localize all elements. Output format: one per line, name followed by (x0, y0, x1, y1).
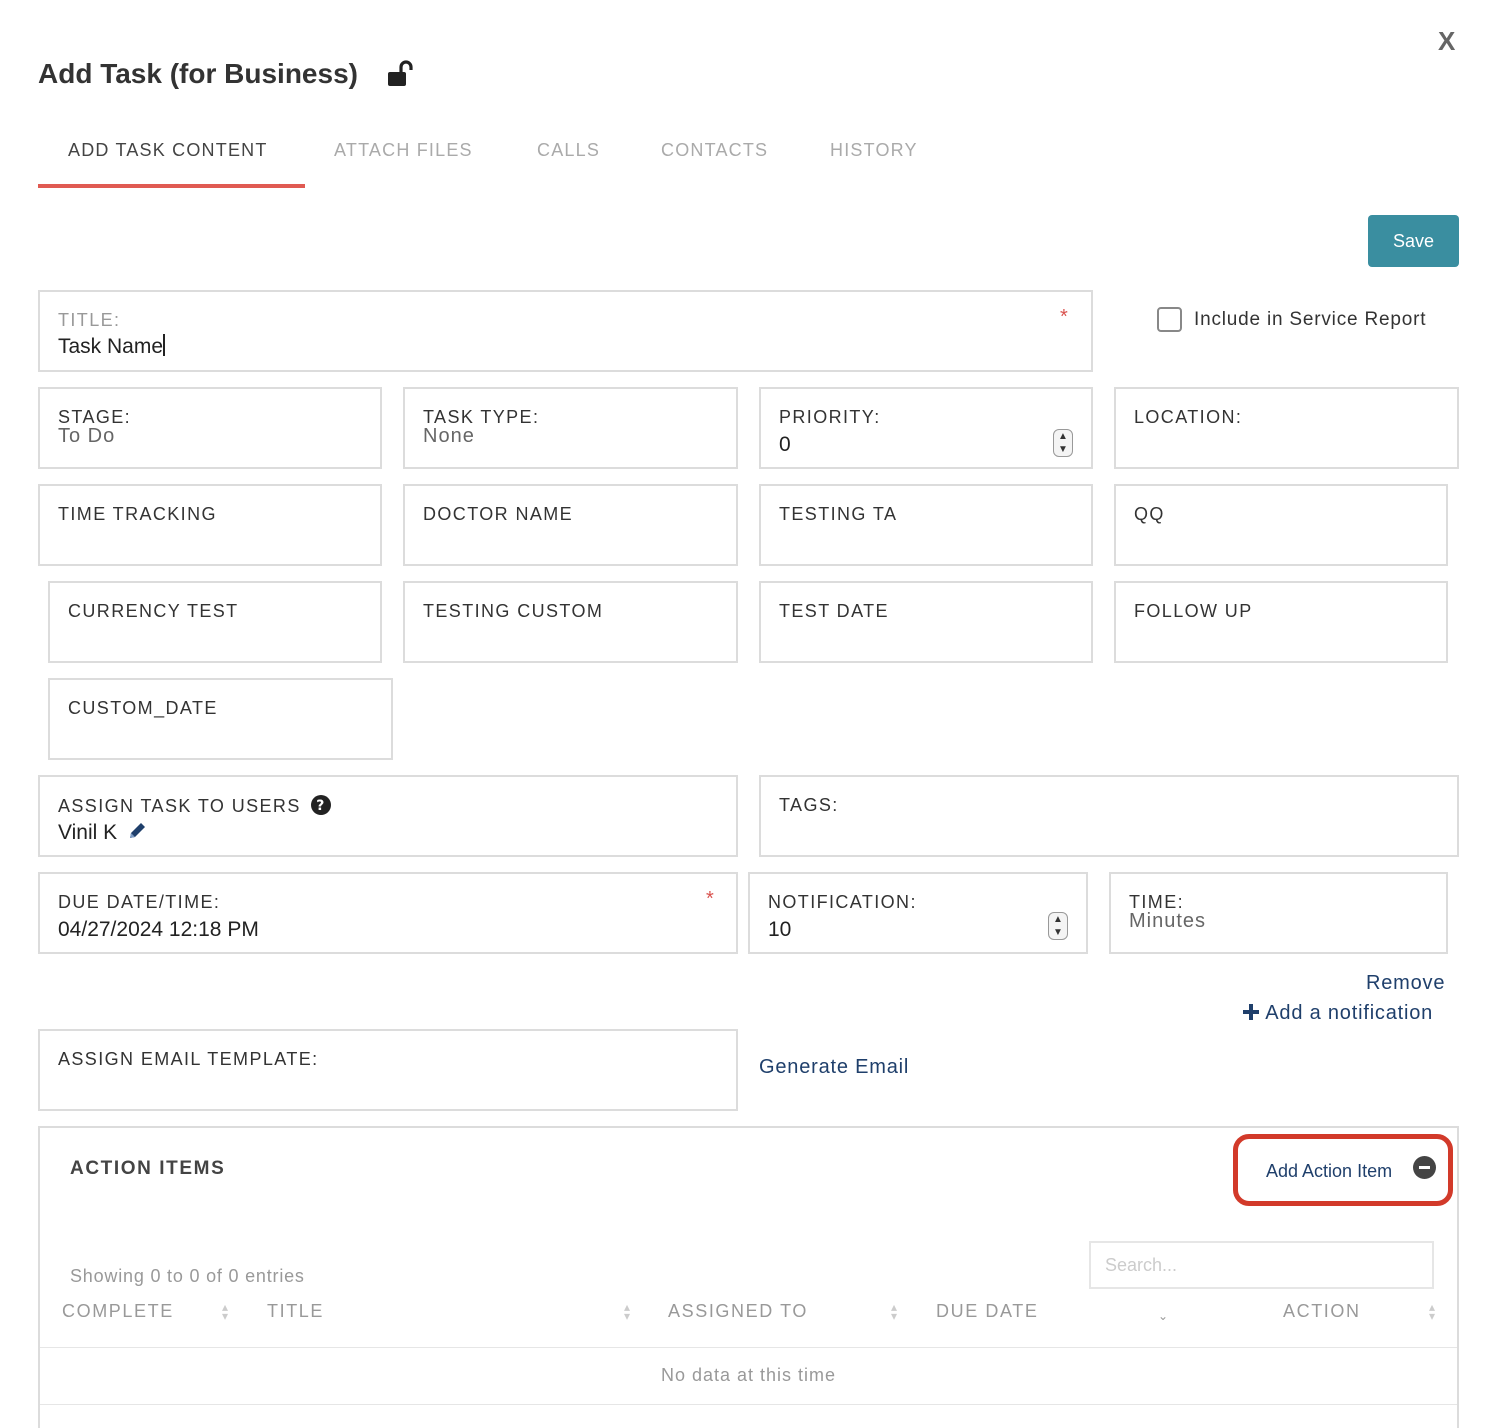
sort-icon[interactable]: ▴ ▾ (621, 1301, 633, 1322)
tab-calls[interactable]: CALLS (537, 140, 600, 161)
priority-field[interactable]: PRIORITY: 0 ▲ ▼ (759, 387, 1093, 469)
location-field[interactable]: LOCATION: (1114, 387, 1459, 469)
required-marker: * (1060, 306, 1068, 328)
email-template-label: ASSIGN EMAIL TEMPLATE: (58, 1049, 319, 1069)
action-items-search-input[interactable] (1089, 1241, 1434, 1289)
stage-field[interactable]: STAGE: To Do (38, 387, 382, 469)
custom-date-label: CUSTOM_DATE (68, 698, 218, 718)
column-header-due-date[interactable]: DUE DATE (936, 1301, 1038, 1322)
unlock-icon[interactable] (386, 60, 416, 90)
assign-users-label: ASSIGN TASK TO USERS ? (58, 795, 332, 817)
testing-ta-field[interactable]: TESTING TA (759, 484, 1093, 566)
qq-field[interactable]: QQ (1114, 484, 1448, 566)
stepper-down-icon[interactable]: ▼ (1049, 926, 1067, 939)
svg-text:?: ? (316, 798, 326, 814)
dialog-title: Add Task (for Business) (38, 58, 358, 89)
sort-icon[interactable]: ▴ ▾ (888, 1301, 900, 1322)
include-in-report-checkbox[interactable] (1157, 307, 1182, 332)
assigned-user: Vinil K (58, 821, 147, 845)
collapse-minus-icon[interactable] (1413, 1156, 1436, 1179)
empty-table-message: No data at this time (660, 1365, 837, 1385)
time-unit-value[interactable]: Minutes (1129, 910, 1206, 933)
qq-label: QQ (1134, 504, 1165, 524)
doctor-name-label: DOCTOR NAME (423, 504, 574, 524)
title-field[interactable]: TITLE: Task Name * (38, 290, 1093, 372)
test-date-label: TEST DATE (779, 601, 889, 621)
add-notification-link[interactable]: Add a notification (1242, 1002, 1433, 1025)
notification-field[interactable]: NOTIFICATION: 10 ▲ ▼ (748, 872, 1088, 954)
assign-users-field[interactable]: ASSIGN TASK TO USERS ? Vinil K (38, 775, 738, 857)
table-divider (40, 1404, 1457, 1405)
time-tracking-field[interactable]: TIME TRACKING (38, 484, 382, 566)
tags-field[interactable]: TAGS: (759, 775, 1459, 857)
time-tracking-label: TIME TRACKING (58, 504, 217, 524)
stepper-up-icon[interactable]: ▲ (1054, 430, 1072, 443)
column-header-assigned-to[interactable]: ASSIGNED TO (668, 1301, 808, 1322)
plus-icon (1243, 1004, 1259, 1020)
entries-count: Showing 0 to 0 of 0 entries (70, 1266, 305, 1286)
column-header-action[interactable]: ACTION (1283, 1301, 1361, 1322)
testing-custom-field[interactable]: TESTING CUSTOM (403, 581, 738, 663)
tab-add-task-content[interactable]: ADD TASK CONTENT (68, 140, 268, 161)
location-label: LOCATION: (1134, 407, 1243, 427)
due-date-value[interactable]: 04/27/2024 12:18 PM (58, 918, 259, 942)
title-label: TITLE: (58, 310, 121, 330)
close-button[interactable]: X (1438, 26, 1455, 57)
sort-desc-icon[interactable]: ⌄ (1157, 1310, 1169, 1322)
sort-icon[interactable]: ▴ ▾ (219, 1301, 231, 1322)
email-template-field[interactable]: ASSIGN EMAIL TEMPLATE: (38, 1029, 738, 1111)
task-type-value[interactable]: None (423, 425, 475, 448)
follow-up-label: FOLLOW UP (1134, 601, 1253, 621)
time-unit-field[interactable]: TIME: Minutes (1109, 872, 1448, 954)
stepper-down-icon[interactable]: ▼ (1054, 443, 1072, 456)
testing-custom-label: TESTING CUSTOM (423, 601, 604, 621)
doctor-name-field[interactable]: DOCTOR NAME (403, 484, 738, 566)
help-icon[interactable]: ? (311, 795, 332, 815)
custom-date-field[interactable]: CUSTOM_DATE (48, 678, 393, 760)
action-items-heading: ACTION ITEMS (70, 1158, 226, 1179)
save-button[interactable]: Save (1368, 215, 1459, 267)
tab-attach-files[interactable]: ATTACH FILES (334, 140, 473, 161)
task-type-field[interactable]: TASK TYPE: None (403, 387, 738, 469)
priority-label: PRIORITY: (779, 407, 881, 427)
active-tab-indicator (38, 184, 305, 188)
due-date-label: DUE DATE/TIME: (58, 892, 221, 912)
tags-label: TAGS: (779, 795, 839, 815)
required-marker: * (706, 888, 714, 910)
stage-value[interactable]: To Do (58, 425, 115, 448)
due-date-field[interactable]: DUE DATE/TIME: 04/27/2024 12:18 PM * (38, 872, 738, 954)
tab-contacts[interactable]: CONTACTS (661, 140, 768, 161)
notification-input[interactable]: 10 (768, 918, 791, 942)
notification-label: NOTIFICATION: (768, 892, 917, 912)
stepper-up-icon[interactable]: ▲ (1049, 913, 1067, 926)
add-action-item-button[interactable]: Add Action Item (1266, 1161, 1392, 1182)
tab-history[interactable]: HISTORY (830, 140, 918, 161)
title-input-value[interactable]: Task Name (58, 334, 166, 359)
currency-test-field[interactable]: CURRENCY TEST (48, 581, 382, 663)
column-header-title[interactable]: TITLE (267, 1301, 324, 1322)
remove-notification-link[interactable]: Remove (1366, 972, 1445, 995)
priority-input[interactable]: 0 (779, 433, 791, 457)
test-date-field[interactable]: TEST DATE (759, 581, 1093, 663)
column-header-complete[interactable]: COMPLETE (62, 1301, 174, 1322)
currency-test-label: CURRENCY TEST (68, 601, 239, 621)
generate-email-link[interactable]: Generate Email (759, 1056, 909, 1079)
pencil-icon[interactable] (127, 821, 147, 841)
follow-up-field[interactable]: FOLLOW UP (1114, 581, 1448, 663)
priority-stepper[interactable]: ▲ ▼ (1053, 429, 1073, 457)
sort-icon[interactable]: ▴ ▾ (1426, 1301, 1438, 1322)
table-divider (40, 1347, 1457, 1348)
testing-ta-label: TESTING TA (779, 504, 898, 524)
include-in-report-label: Include in Service Report (1194, 309, 1427, 330)
notification-stepper[interactable]: ▲ ▼ (1048, 912, 1068, 940)
